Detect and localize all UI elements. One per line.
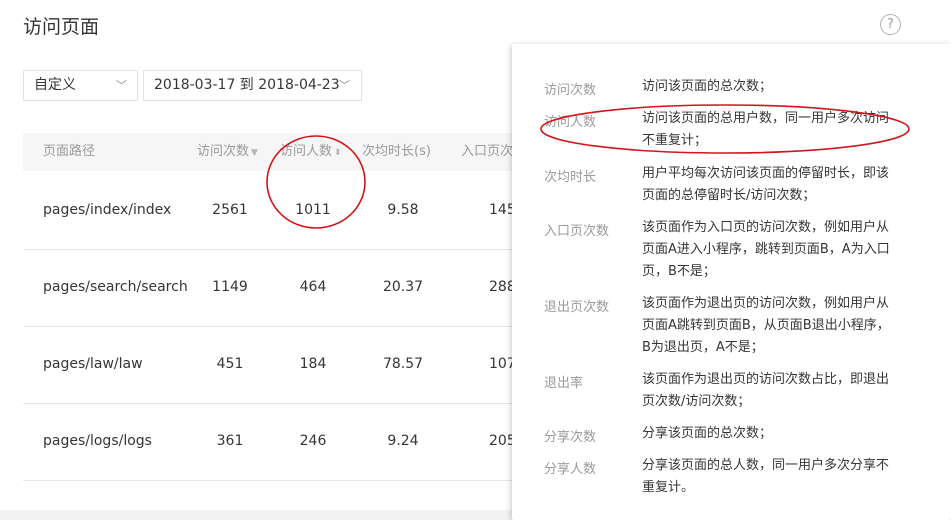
cell-avg-duration: 9.24 — [387, 433, 419, 449]
column-header-entry[interactable]: 入口页次 — [461, 133, 513, 171]
tooltip-desc: 访问该页面的总次数； — [642, 79, 773, 94]
cell-visitors: 464 — [299, 279, 327, 295]
column-header-visits[interactable]: 访问次数 ▼ — [197, 133, 258, 171]
chevron-down-icon: ﹀ — [116, 79, 127, 92]
page-title: 访问页面 — [23, 16, 100, 38]
column-header-avg-duration[interactable]: 次均时长(s) — [362, 133, 431, 171]
table-row: pages/logs/logs 361 246 9.24 205 — [23, 403, 516, 481]
cell-avg-duration: 9.58 — [387, 202, 419, 218]
tooltip-term: 访问次数 — [544, 83, 597, 98]
date-range-value: 2018-03-17 到 2018-04-23 — [154, 77, 340, 93]
date-range-select[interactable]: 2018-03-17 到 2018-04-23 ﹀ — [143, 70, 362, 101]
tooltip-desc: 分享该页面的总次数； — [642, 426, 773, 441]
tooltip-term: 次均时长 — [544, 170, 597, 185]
chevron-down-icon: ﹀ — [339, 79, 350, 92]
column-header-label: 次均时长(s) — [362, 144, 431, 159]
tooltip-term: 退出率 — [544, 376, 584, 391]
cell-path: pages/search/search — [43, 279, 188, 295]
tooltip-desc: 该页面作为退出页的访问次数，例如用户从页面A跳转到页面B，从页面B退出小程序，B… — [642, 296, 890, 355]
metrics-help-tooltip: 访问次数 访问该页面的总次数； 访问人数 访问该页面的总用户数，同一用户多次访问… — [512, 44, 951, 520]
cell-visits: 2561 — [212, 202, 248, 218]
tooltip-desc: 访问该页面的总用户数，同一用户多次访问不重复计； — [642, 111, 890, 148]
date-type-select[interactable]: 自定义 ﹀ — [23, 70, 138, 101]
column-header-label: 页面路径 — [43, 144, 96, 159]
column-header-label: 入口页次 — [461, 144, 514, 159]
cell-avg-duration: 20.37 — [382, 279, 424, 295]
sort-desc-icon: ▼ — [251, 148, 258, 158]
cell-visits: 1149 — [212, 279, 248, 295]
sort-icon: ⬍ — [334, 148, 342, 158]
tooltip-term: 分享人数 — [544, 462, 597, 477]
tooltip-term: 入口页次数 — [544, 224, 610, 239]
tooltip-term: 分享次数 — [544, 430, 597, 445]
column-header-visitors[interactable]: 访问人数 ⬍ — [280, 133, 342, 171]
date-type-value: 自定义 — [34, 77, 76, 93]
tooltip-desc: 该页面作为入口页的访问次数，例如用户从页面A进入小程序，跳转到页面B，A为入口页… — [642, 220, 890, 279]
column-header-label: 访问人数 — [280, 144, 333, 159]
cell-visitors: 184 — [299, 356, 327, 372]
column-header-path: 页面路径 — [43, 133, 95, 171]
column-header-label: 访问次数 — [197, 144, 250, 159]
tooltip-desc: 该页面作为退出页的访问次数占比，即退出页次数/访问次数； — [642, 372, 890, 409]
tooltip-desc: 分享该页面的总人数，同一用户多次分享不重复计。 — [642, 458, 890, 495]
cell-visits: 361 — [216, 433, 244, 449]
cell-avg-duration: 78.57 — [382, 356, 424, 372]
cell-path: pages/index/index — [43, 202, 172, 218]
table-header: 页面路径 访问次数 ▼ 访问人数 ⬍ 次均时长(s) 入口页次 — [23, 133, 513, 171]
cell-visits: 451 — [216, 356, 244, 372]
cell-path: pages/law/law — [43, 356, 143, 372]
tooltip-desc: 用户平均每次访问该页面的停留时长，即该页面的总停留时长/访问次数； — [642, 166, 890, 203]
cell-visitors: 246 — [299, 433, 327, 449]
table-row: pages/search/search 1149 464 20.37 288 — [23, 249, 516, 327]
tooltip-term: 退出页次数 — [544, 300, 610, 315]
table-row: pages/index/index 2561 1011 9.58 1458 — [23, 172, 525, 250]
cell-path: pages/logs/logs — [43, 433, 152, 449]
cell-visitors: 1011 — [295, 202, 331, 218]
help-circle-icon[interactable]: ? — [880, 14, 901, 35]
table-row: pages/law/law 451 184 78.57 107 — [23, 326, 516, 404]
tooltip-term: 访问人数 — [544, 115, 597, 130]
